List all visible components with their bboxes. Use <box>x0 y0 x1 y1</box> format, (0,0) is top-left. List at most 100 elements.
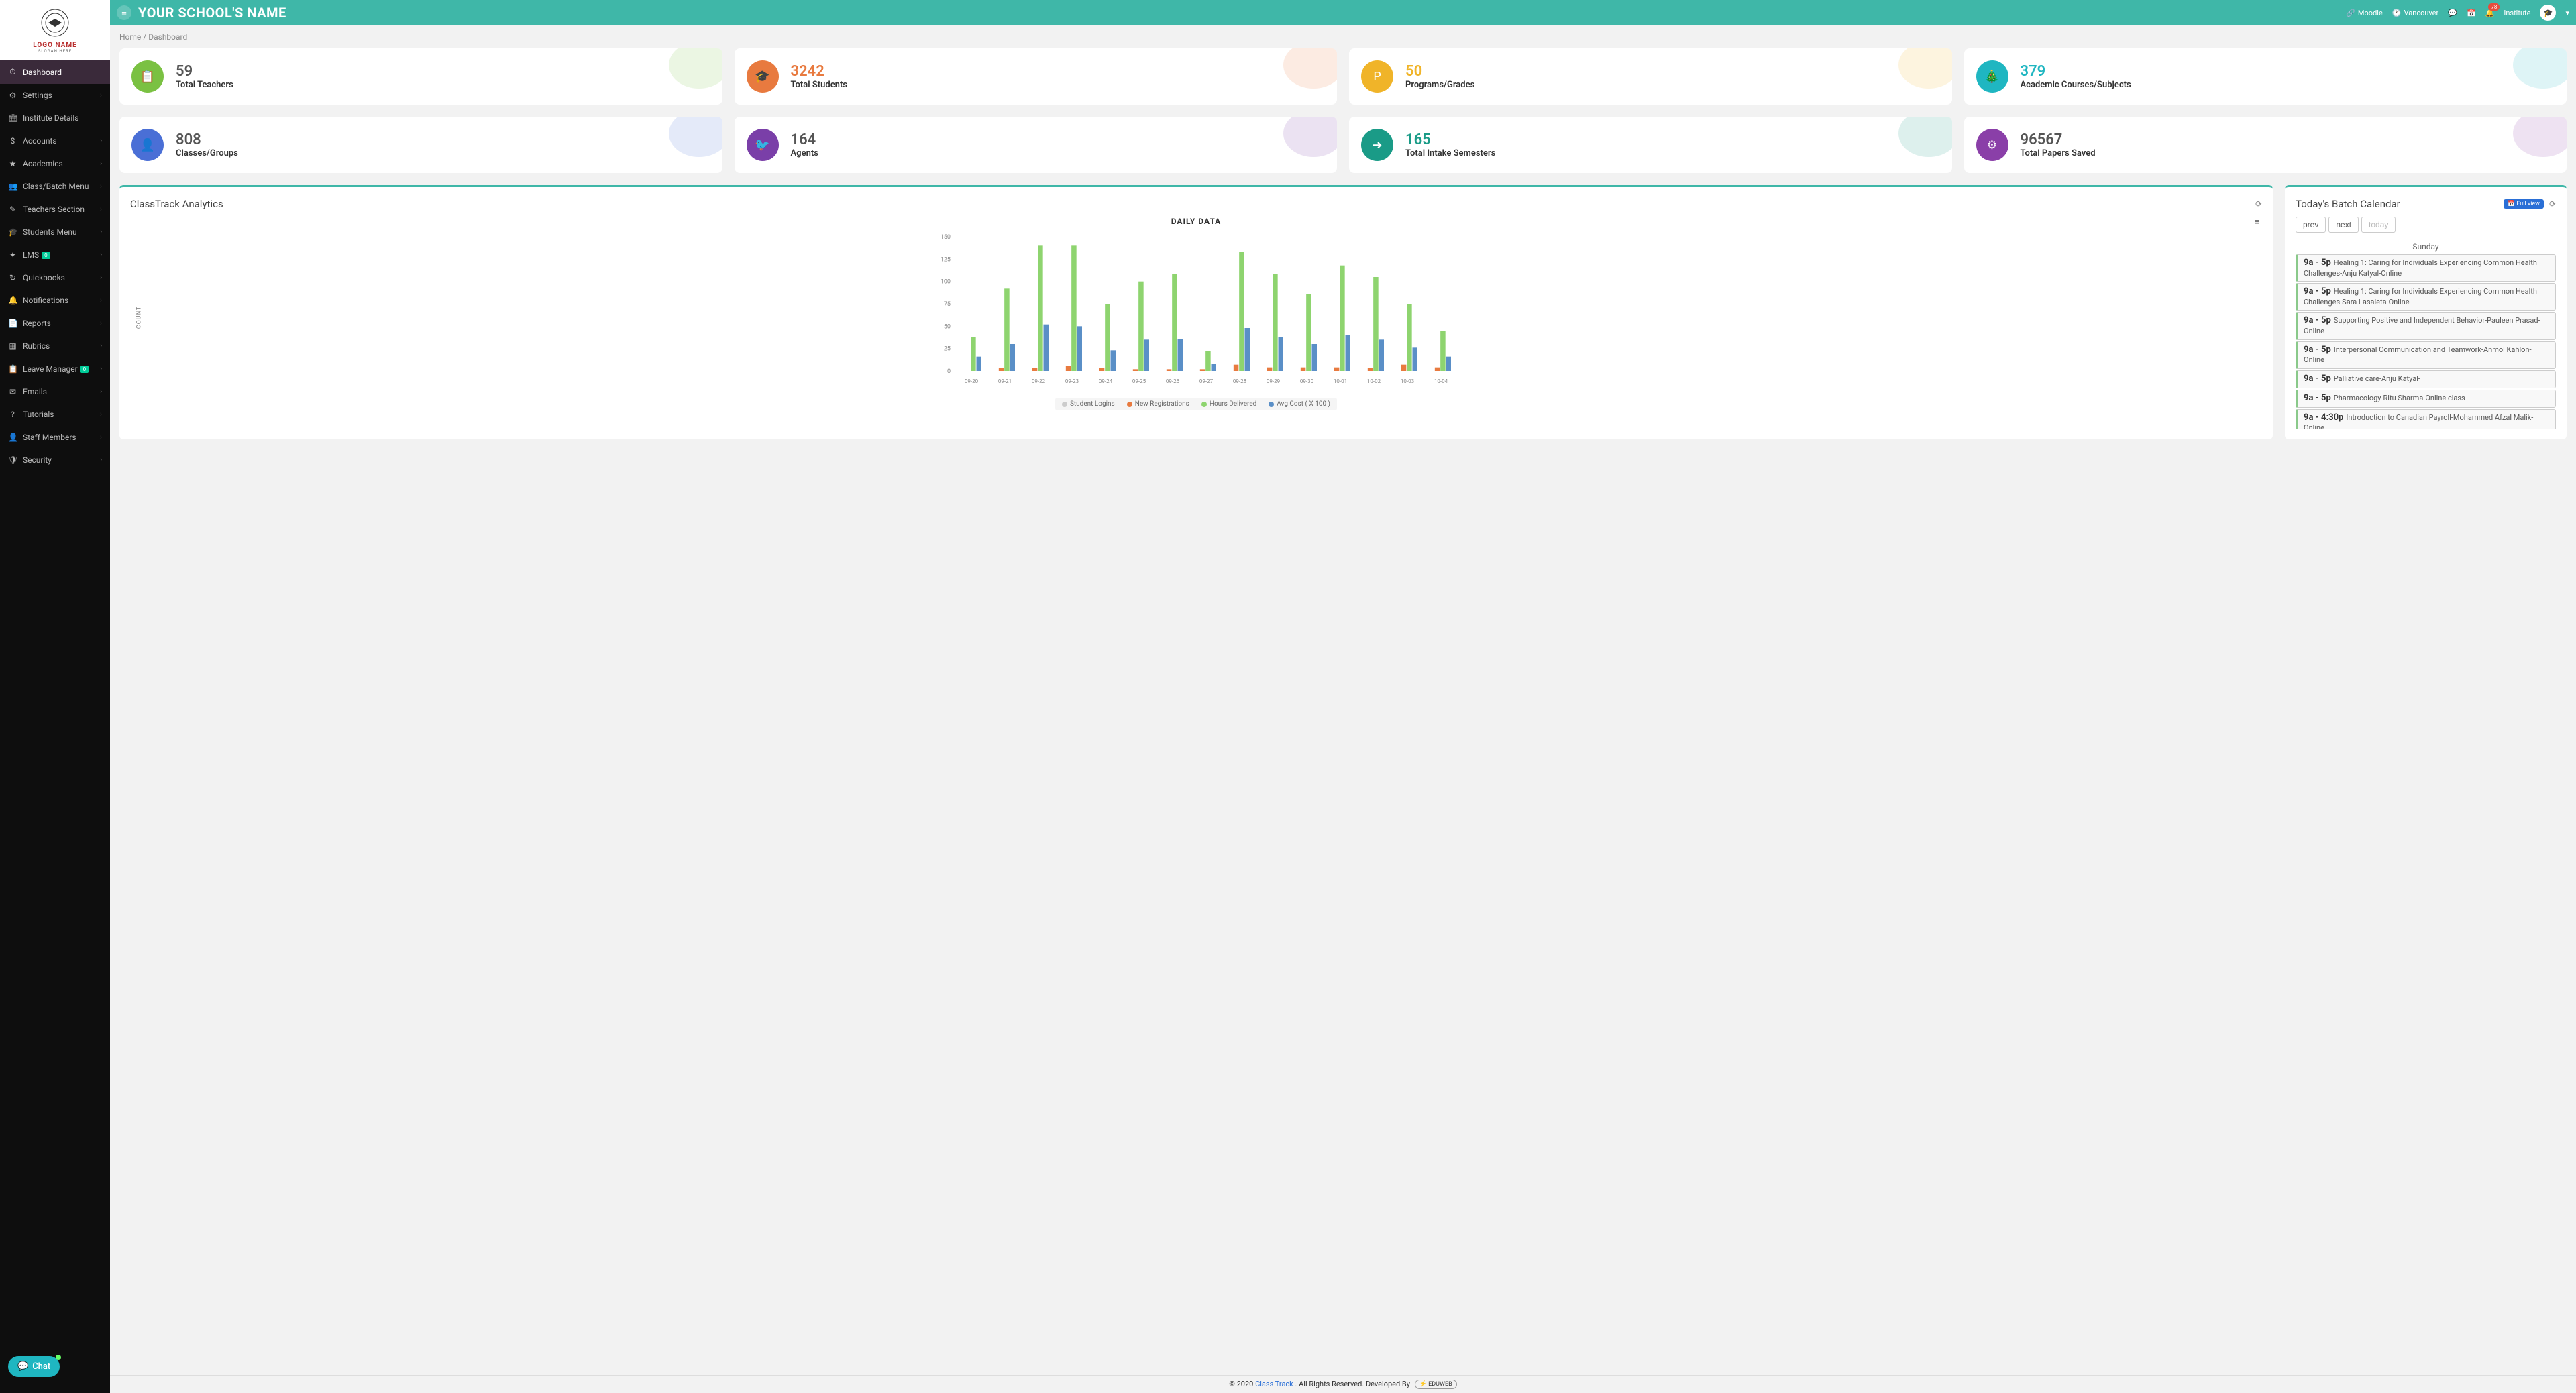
stat-value: 59 <box>176 63 233 80</box>
sidebar-icon: 📋 <box>8 364 17 374</box>
sidebar-item-leave-manager[interactable]: 📋Leave Manager0› <box>0 357 110 380</box>
chevron-right-icon: › <box>100 229 102 235</box>
breadcrumb-home[interactable]: Home <box>119 32 141 42</box>
stat-value: 165 <box>1405 131 1495 148</box>
event-time: 9a - 5p <box>2304 286 2331 296</box>
stat-icon: 📋 <box>131 60 164 93</box>
stat-card-classes-groups[interactable]: 👤808Classes/Groups <box>119 117 722 173</box>
stat-card-total-teachers[interactable]: 📋59Total Teachers <box>119 48 722 105</box>
stat-card-programs-grades[interactable]: P50Programs/Grades <box>1349 48 1952 105</box>
chevron-right-icon: › <box>100 274 102 281</box>
chevron-right-icon: › <box>100 160 102 167</box>
calendar-event[interactable]: 9a - 5pHealing 1: Caring for Individuals… <box>2296 254 2556 282</box>
chart-menu-icon[interactable]: ≡ <box>2254 217 2259 227</box>
calendar-event[interactable]: 9a - 4:30pIntroduction to Canadian Payro… <box>2296 409 2556 429</box>
stat-card-total-students[interactable]: 🎓3242Total Students <box>735 48 1338 105</box>
calendar-today-button[interactable]: today <box>2361 217 2396 233</box>
sidebar-label: Rubrics <box>23 341 50 351</box>
sidebar-icon: 📄 <box>8 319 17 328</box>
stat-card-total-papers-saved[interactable]: ⚙96567Total Papers Saved <box>1964 117 2567 173</box>
user-avatar[interactable]: 🎓 <box>2540 5 2556 21</box>
sidebar-item-rubrics[interactable]: ▦Rubrics› <box>0 335 110 357</box>
sidebar-item-accounts[interactable]: $Accounts› <box>0 129 110 152</box>
footer-link[interactable]: Class Track <box>1255 1380 1293 1388</box>
sidebar-item-teachers-section[interactable]: ✎Teachers Section› <box>0 198 110 221</box>
calendar-panel: Today's Batch Calendar 📅 Full view ⟳ pre… <box>2285 185 2567 439</box>
moodle-link[interactable]: 🔗Moodle <box>2346 9 2383 17</box>
sidebar-item-quickbooks[interactable]: ↻Quickbooks› <box>0 266 110 289</box>
calendar-event[interactable]: 9a - 5pSupporting Positive and Independe… <box>2296 312 2556 339</box>
svg-text:09-25: 09-25 <box>1132 378 1146 384</box>
topbar: ≡ YOUR SCHOOL'S NAME 🔗Moodle 🕐Vancouver … <box>110 0 2576 25</box>
sidebar-item-emails[interactable]: ✉Emails› <box>0 380 110 403</box>
stat-card-academic-courses-subjects[interactable]: 🎄379Academic Courses/Subjects <box>1964 48 2567 105</box>
sidebar-label: Teachers Section <box>23 205 85 214</box>
calendar-event[interactable]: 9a - 5pPharmacology-Ritu Sharma-Online c… <box>2296 390 2556 408</box>
calendar-prev-button[interactable]: prev <box>2296 217 2326 233</box>
notif-count: 78 <box>2488 3 2500 11</box>
location-link[interactable]: 🕐Vancouver <box>2392 9 2438 17</box>
calendar-next-button[interactable]: next <box>2328 217 2359 233</box>
stat-icon: ➜ <box>1361 129 1393 161</box>
svg-text:0: 0 <box>947 368 951 375</box>
full-view-button[interactable]: 📅 Full view <box>2504 199 2544 209</box>
sidebar-item-settings[interactable]: ⚙Settings› <box>0 84 110 107</box>
sidebar-icon: 🏛 <box>8 113 17 123</box>
stat-card-agents[interactable]: 🐦164Agents <box>735 117 1338 173</box>
calendar-title: Today's Batch Calendar <box>2296 198 2400 210</box>
user-menu-caret[interactable]: ▾ <box>2565 9 2569 17</box>
stat-label: Classes/Groups <box>176 148 238 158</box>
sidebar-item-lms[interactable]: ✦LMS0› <box>0 243 110 266</box>
footer: © 2020 Class Track . All Rights Reserved… <box>110 1375 2576 1393</box>
stat-icon: 👤 <box>131 129 164 161</box>
sidebar-item-notifications[interactable]: 🔔Notifications› <box>0 289 110 312</box>
stat-card-total-intake-semesters[interactable]: ➜165Total Intake Semesters <box>1349 117 1952 173</box>
chat-icon: 💬 <box>17 1361 28 1372</box>
notification-bell[interactable]: 🔔78 <box>2485 9 2495 17</box>
developer-badge[interactable]: ⚡ EDUWEB <box>1415 1380 1457 1389</box>
sidebar-item-dashboard[interactable]: ⏱Dashboard <box>0 60 110 84</box>
refresh-icon[interactable]: ⟳ <box>2255 199 2262 209</box>
calendar-event[interactable]: 9a - 5pPalliative care-Anju Katyal- <box>2296 370 2556 388</box>
sidebar-label: Leave Manager <box>23 364 78 374</box>
sidebar-item-security[interactable]: 🛡Security› <box>0 449 110 471</box>
calendar-icon[interactable]: 📅 <box>2467 9 2476 17</box>
svg-text:09-27: 09-27 <box>1199 378 1214 384</box>
sidebar-item-academics[interactable]: ★Academics› <box>0 152 110 175</box>
event-time: 9a - 5p <box>2304 258 2331 268</box>
stat-cards-grid: 📋59Total Teachers🎓3242Total StudentsP50P… <box>119 48 2567 173</box>
stat-label: Total Students <box>791 80 848 90</box>
chart-legend: Student LoginsNew RegistrationsHours Del… <box>1055 398 1337 410</box>
sidebar-item-class-batch-menu[interactable]: 👥Class/Batch Menu› <box>0 175 110 198</box>
calendar-event-list[interactable]: 9a - 5pHealing 1: Caring for Individuals… <box>2296 254 2556 429</box>
sidebar-item-institute-details[interactable]: 🏛Institute Details <box>0 107 110 129</box>
calendar-event[interactable]: 9a - 5pInterpersonal Communication and T… <box>2296 341 2556 369</box>
stat-value: 96567 <box>2021 131 2096 148</box>
calendar-refresh-icon[interactable]: ⟳ <box>2549 199 2556 209</box>
svg-text:10-04: 10-04 <box>1434 378 1448 384</box>
sidebar-item-students-menu[interactable]: 🎓Students Menu› <box>0 221 110 243</box>
sidebar-item-staff-members[interactable]: 👤Staff Members› <box>0 426 110 449</box>
svg-text:09-24: 09-24 <box>1099 378 1113 384</box>
sidebar-icon: ⏱ <box>8 67 17 77</box>
sidebar-item-reports[interactable]: 📄Reports› <box>0 312 110 335</box>
hamburger-button[interactable]: ≡ <box>117 5 131 20</box>
event-text: Healing 1: Caring for Individuals Experi… <box>2304 258 2537 278</box>
svg-text:10-01: 10-01 <box>1334 378 1347 384</box>
sidebar-item-tutorials[interactable]: ?Tutorials› <box>0 403 110 426</box>
calendar-event[interactable]: 9a - 5pHealing 1: Caring for Individuals… <box>2296 283 2556 311</box>
legend-dot <box>1201 402 1207 407</box>
nav-list: ⏱Dashboard⚙Settings›🏛Institute Details$A… <box>0 60 110 1393</box>
stat-label: Programs/Grades <box>1405 80 1474 90</box>
chat-button[interactable]: 💬 Chat <box>8 1356 60 1377</box>
svg-text:09-29: 09-29 <box>1267 378 1280 384</box>
sidebar-icon: ✦ <box>8 250 17 260</box>
sidebar-badge: 0 <box>80 366 89 373</box>
institute-link[interactable]: Institute <box>2504 9 2530 17</box>
chat-icon[interactable]: 💬 <box>2448 9 2457 17</box>
event-text: Interpersonal Communication and Teamwork… <box>2304 345 2532 365</box>
svg-text:09-21: 09-21 <box>998 378 1012 384</box>
stat-label: Agents <box>791 148 818 158</box>
sidebar-icon: ? <box>8 410 17 419</box>
legend-item: Avg Cost ( X 100 ) <box>1269 400 1330 408</box>
